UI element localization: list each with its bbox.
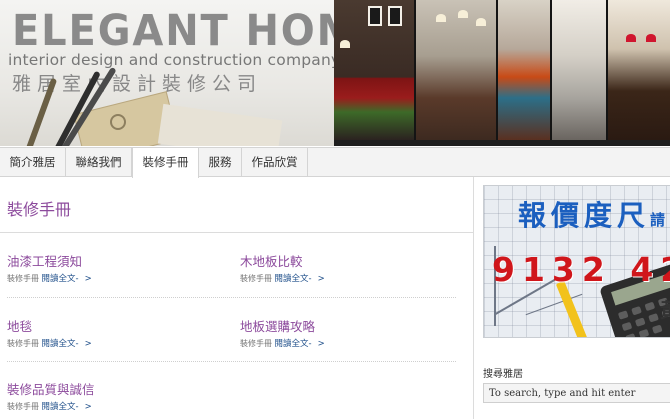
promo-phone-number: 9132 42 — [492, 250, 670, 289]
dining-room-photo — [608, 0, 670, 140]
read-more-link[interactable]: 閱讀全文- > — [42, 402, 92, 412]
page-title: 裝修手冊 — [7, 200, 72, 219]
brand-banner: ELEGANT HOME interior design and constru… — [0, 0, 334, 146]
article-category: 裝修手冊 — [240, 339, 272, 348]
article-item: 地板選購攻略 裝修手冊 閱讀全文- > — [240, 316, 460, 349]
article-category: 裝修手冊 — [7, 274, 39, 283]
read-more-link[interactable]: 閱讀全文- > — [42, 274, 92, 284]
article-item: 地毯 裝修手冊 閱讀全文- > — [7, 316, 227, 349]
bedroom-photo — [334, 0, 414, 140]
arrow-right-icon: > — [317, 339, 325, 349]
nav-item-contact[interactable]: 聯絡我們 — [66, 148, 132, 177]
article-title-link[interactable]: 裝修品質與誠信 — [7, 379, 227, 398]
article-title-link[interactable]: 油漆工程須知 — [7, 251, 227, 270]
promo-heading: 報價度尺請 — [518, 199, 666, 232]
row-divider — [7, 297, 456, 298]
promo-surname: 黃 — [660, 294, 670, 323]
arrow-right-icon: > — [84, 274, 92, 284]
nav-item-handbook[interactable]: 裝修手冊 — [132, 148, 199, 178]
bathroom-photo — [552, 0, 606, 140]
brand-name: ELEGANT HOME — [12, 6, 334, 56]
drafting-tools-image — [0, 66, 334, 146]
brand-tagline: interior design and construction company — [8, 51, 334, 69]
main-content: 裝修手冊 油漆工程須知 裝修手冊 閱讀全文- > 木地板比較 裝修手冊 閱讀全文-… — [0, 177, 474, 419]
quote-measurement-banner[interactable]: 報價度尺請 9132 42 黃 — [483, 185, 670, 338]
nav-item-about[interactable]: 簡介雅居 — [0, 148, 66, 177]
article-item: 裝修品質與誠信 裝修手冊 閱讀全文- > — [7, 379, 227, 412]
arrow-right-icon: > — [84, 402, 92, 412]
interior-photo-strip — [334, 0, 670, 146]
article-category: 裝修手冊 — [7, 339, 39, 348]
sidebar: 報價度尺請 9132 42 黃 搜尋雅居 — [475, 177, 670, 419]
article-item: 木地板比較 裝修手冊 閱讀全文- > — [240, 251, 460, 284]
article-title-link[interactable]: 地毯 — [7, 316, 227, 335]
article-title-link[interactable]: 木地板比較 — [240, 251, 460, 270]
divider — [0, 232, 474, 233]
row-divider — [7, 361, 456, 362]
nav-item-portfolio[interactable]: 作品欣賞 — [242, 148, 308, 177]
article-category: 裝修手冊 — [240, 274, 272, 283]
article-item: 油漆工程須知 裝修手冊 閱讀全文- > — [7, 251, 227, 284]
nav-item-services[interactable]: 服務 — [199, 148, 242, 177]
main-navigation: 簡介雅居 聯絡我們 裝修手冊 服務 作品欣賞 — [0, 147, 670, 178]
living-room-photo — [416, 0, 496, 140]
read-more-link[interactable]: 閱讀全文- > — [275, 274, 325, 284]
search-input[interactable] — [483, 383, 670, 403]
article-title-link[interactable]: 地板選購攻略 — [240, 316, 460, 335]
search-label: 搜尋雅居 — [483, 369, 523, 380]
read-more-link[interactable]: 閱讀全文- > — [42, 339, 92, 349]
site-header: ELEGANT HOME interior design and constru… — [0, 0, 670, 146]
arrow-right-icon: > — [84, 339, 92, 349]
article-category: 裝修手冊 — [7, 402, 39, 411]
arrow-right-icon: > — [317, 274, 325, 284]
hallway-photo — [498, 0, 550, 140]
read-more-link[interactable]: 閱讀全文- > — [275, 339, 325, 349]
